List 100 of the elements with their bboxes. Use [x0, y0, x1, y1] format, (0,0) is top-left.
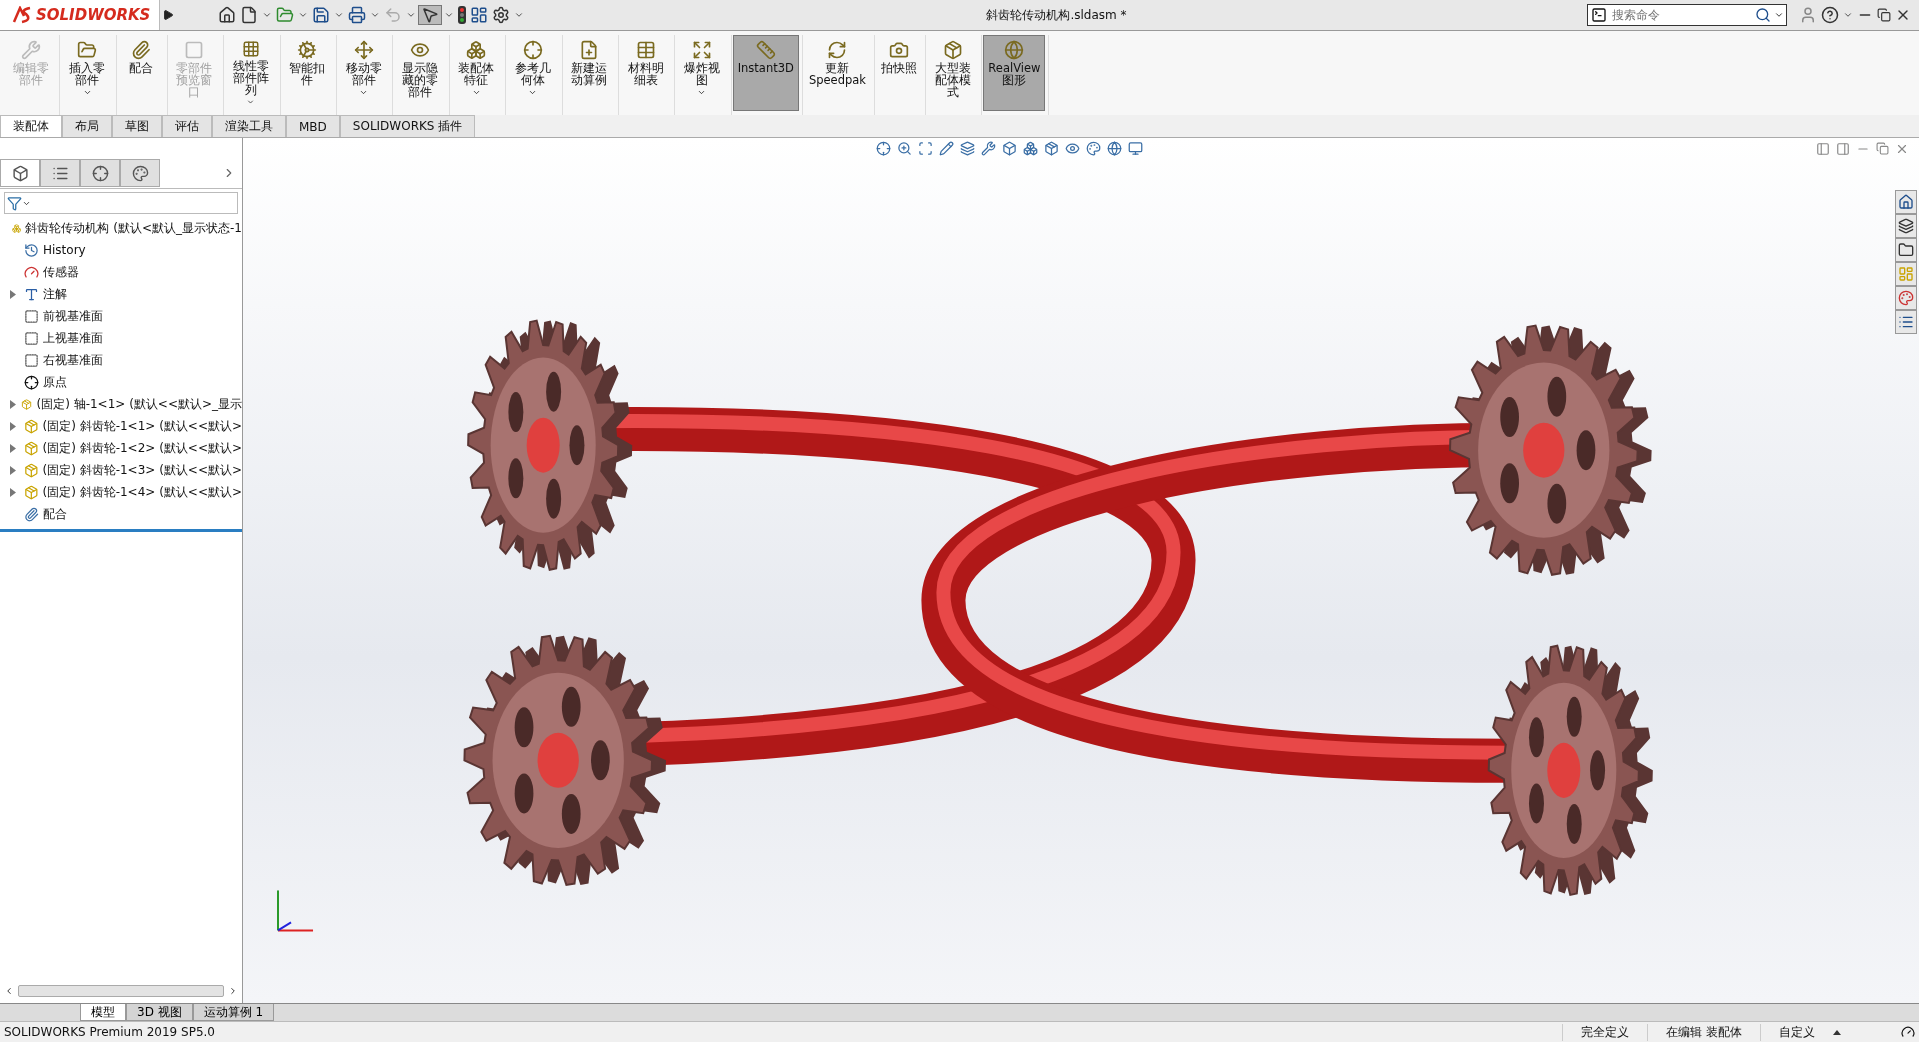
ribbon-command[interactable]: 新建运动算例 — [563, 35, 615, 111]
ribbon-command[interactable]: 线性零部件阵列 — [225, 35, 277, 111]
panel-right-icon[interactable] — [1836, 141, 1850, 156]
crosshair-icon — [522, 40, 543, 60]
tree-item[interactable]: 右视基准面 — [43, 351, 103, 369]
tree-item[interactable]: 传感器 — [43, 263, 79, 281]
tree-item[interactable]: (固定) 斜齿轮-1<2> (默认<<默认> — [42, 439, 242, 457]
model-tab[interactable]: 3D 视图 — [126, 1004, 193, 1021]
model-tab[interactable]: 模型 — [80, 1004, 126, 1021]
folder-button[interactable] — [1895, 237, 1917, 262]
caret-icon[interactable] — [471, 88, 481, 97]
folder-icon — [77, 40, 98, 60]
panel-tab[interactable] — [80, 159, 120, 187]
ribbon-command[interactable]: 装配体特征 — [450, 35, 503, 111]
scroll-left-icon[interactable] — [4, 986, 14, 996]
pencil-icon[interactable] — [939, 141, 954, 157]
crosshair-icon[interactable] — [876, 141, 891, 157]
ribbon-command[interactable]: Instant3D — [732, 35, 799, 111]
home-icon — [1898, 193, 1914, 210]
ribbon-tab[interactable]: 草图 — [112, 115, 162, 137]
panel-tab[interactable] — [40, 159, 80, 187]
globe-icon — [1004, 40, 1025, 60]
part-icon — [21, 396, 33, 412]
tree-item[interactable]: (固定) 斜齿轮-1<3> (默认<<默认> — [42, 461, 242, 479]
ribbon-command[interactable]: 智能扣件 — [281, 35, 333, 111]
tree-item[interactable]: 注解 — [43, 285, 67, 303]
caret-icon[interactable] — [359, 88, 369, 97]
search-icon[interactable] — [1755, 7, 1771, 23]
ribbon-tab[interactable]: 装配体 — [0, 115, 62, 137]
palette-icon[interactable] — [1086, 141, 1101, 157]
home-button[interactable] — [1895, 189, 1917, 214]
model-tab[interactable]: 运动算例 1 — [192, 1004, 275, 1021]
ribbon-command[interactable]: 配合 — [117, 35, 164, 111]
eye-icon[interactable] — [1065, 141, 1080, 157]
scroll-right-icon[interactable] — [228, 986, 238, 996]
layout-icon — [1898, 265, 1914, 282]
layers-button[interactable] — [1895, 213, 1917, 238]
ribbon-command[interactable]: 移动零部件 — [337, 35, 390, 111]
ribbon-tab[interactable]: SOLIDWORKS 插件 — [339, 115, 476, 137]
zoom-icon[interactable] — [897, 141, 912, 157]
tree-item[interactable]: (固定) 斜齿轮-1<1> (默认<<默认> — [42, 417, 242, 435]
tree-item[interactable]: 配合 — [43, 505, 67, 523]
panel-tab[interactable] — [0, 159, 40, 187]
plane-icon — [24, 308, 39, 324]
cube-icon[interactable] — [1002, 141, 1017, 157]
open-folder-icon[interactable] — [274, 6, 296, 24]
wrench-icon[interactable] — [981, 141, 996, 157]
panel-left-icon[interactable] — [1816, 141, 1830, 156]
boxes-icon[interactable] — [1023, 141, 1038, 157]
ribbon-tab[interactable]: 布局 — [62, 115, 112, 137]
package-icon[interactable] — [1044, 141, 1059, 157]
tree-item[interactable]: History — [43, 243, 86, 257]
traffic-light-icon[interactable] — [456, 6, 468, 24]
tree-item[interactable]: 前视基准面 — [43, 307, 103, 325]
filter-field[interactable] — [4, 192, 238, 214]
ribbon-command[interactable]: RealView 图形 — [983, 35, 1046, 111]
axis-triad-icon — [277, 888, 315, 931]
sensor-folder-icon — [24, 264, 39, 280]
caret-icon[interactable] — [528, 88, 538, 97]
ribbon-command[interactable]: 爆炸视图 — [676, 35, 728, 111]
caret-icon[interactable] — [697, 88, 707, 97]
layers-icon[interactable] — [960, 141, 975, 157]
select-pointer-icon[interactable] — [418, 5, 442, 25]
rebuild-icon[interactable] — [1901, 1025, 1915, 1039]
restore-icon[interactable] — [1875, 8, 1893, 22]
caret-icon[interactable] — [1774, 10, 1784, 20]
palette-button[interactable] — [1895, 285, 1917, 310]
ribbon-tab[interactable]: 评估 — [162, 115, 212, 137]
move-icon — [353, 40, 374, 60]
window-title: 斜齿轮传动机构.sldasm * — [985, 6, 1128, 24]
cog-icon — [297, 40, 318, 60]
ribbon-tab[interactable]: MBD — [286, 115, 340, 137]
tree-item[interactable]: 原点 — [43, 373, 67, 391]
folder-icon — [1898, 241, 1914, 258]
ribbon-command[interactable]: 显示隐藏的零部件 — [394, 35, 446, 111]
globe-icon[interactable] — [1107, 141, 1122, 157]
monitor-icon[interactable] — [1128, 141, 1143, 157]
panel-tab[interactable] — [120, 159, 160, 187]
ribbon-command[interactable]: 材料明细表 — [619, 35, 672, 111]
palette-icon — [131, 164, 149, 182]
zoom-area-icon[interactable] — [918, 141, 933, 157]
tree-item[interactable]: (固定) 轴-1<1> (默认<<默认>_显示 — [36, 395, 242, 413]
ribbon-tab[interactable]: 渲染工具 — [212, 115, 286, 137]
ribbon-command[interactable]: 大型装配体模式 — [926, 35, 979, 111]
caret-up-icon[interactable] — [1833, 1029, 1841, 1035]
tree-item[interactable]: (固定) 斜齿轮-1<4> (默认<<默认> — [42, 483, 242, 501]
part-icon — [23, 440, 39, 456]
table-icon — [635, 40, 656, 60]
ribbon-command[interactable]: 拍快照 — [875, 35, 922, 111]
horizontal-scrollbar[interactable] — [4, 983, 238, 999]
caret-icon[interactable] — [82, 88, 92, 97]
list-button[interactable] — [1895, 309, 1917, 334]
ribbon-command[interactable]: 参考几何体 — [507, 35, 559, 111]
tree-item[interactable]: 斜齿轮传动机构 (默认<默认_显示状态-1 — [25, 219, 242, 237]
ribbon-command[interactable]: 更新 Speedpak — [803, 35, 871, 111]
help-icon[interactable] — [1819, 6, 1841, 24]
ribbon-command[interactable]: 插入零部件 — [61, 35, 113, 111]
tree-item[interactable]: 上视基准面 — [43, 329, 103, 347]
search-field[interactable]: 搜索命令 — [1587, 4, 1787, 26]
print-icon[interactable] — [346, 6, 368, 24]
